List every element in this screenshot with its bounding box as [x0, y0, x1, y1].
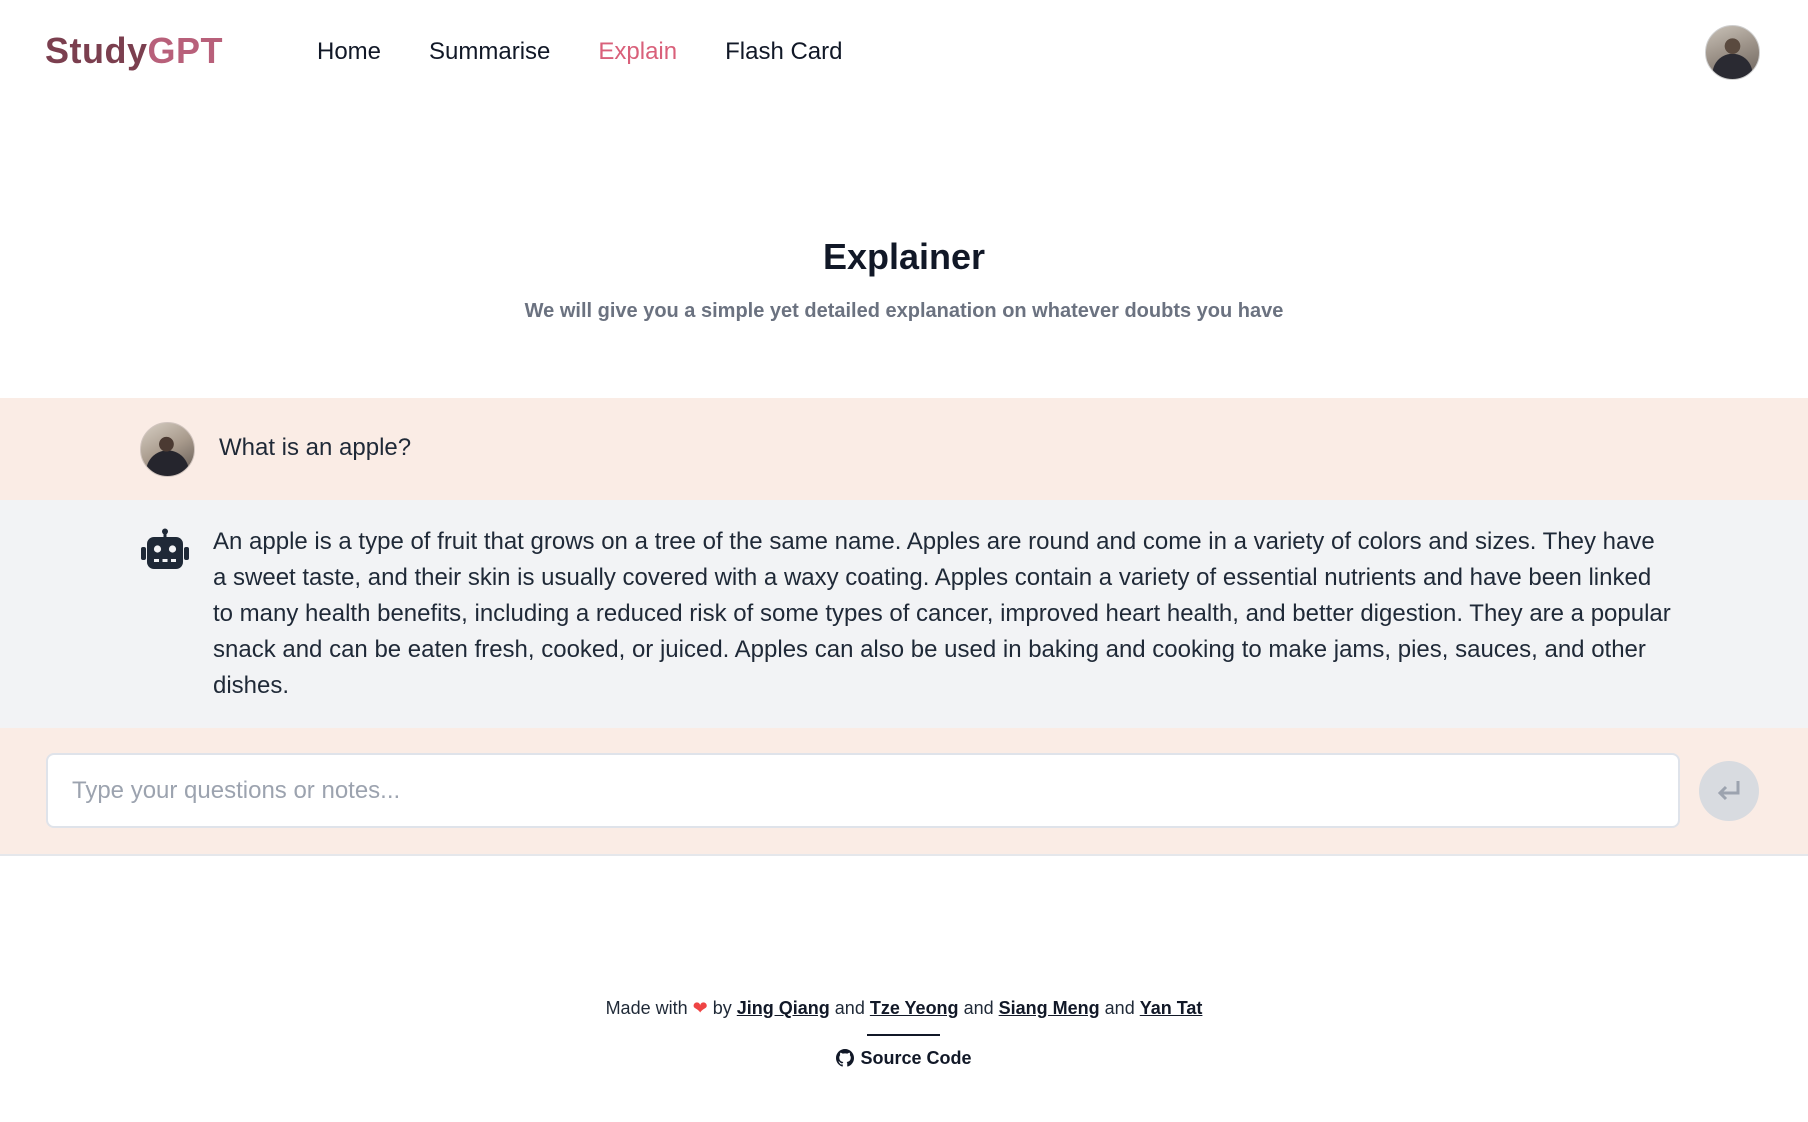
hero-section: Explainer We will give you a simple yet … [0, 236, 1808, 323]
made-with-text: Made with [605, 998, 688, 1018]
top-navbar: StudyGPT Home Summarise Explain Flash Ca… [0, 0, 1808, 106]
user-avatar[interactable] [1705, 25, 1760, 80]
page-title: Explainer [822, 236, 986, 277]
nav-home[interactable]: Home [317, 38, 381, 66]
page-subtitle: We will give you a simple yet detailed e… [524, 300, 1284, 322]
robot-icon [141, 528, 189, 569]
answer-text: An apple is a type of fruit that grows o… [213, 528, 1671, 699]
nav-explain[interactable]: Explain [598, 38, 677, 66]
send-button[interactable] [1699, 761, 1759, 821]
author-link-jing-qiang[interactable]: Jing Qiang [737, 998, 830, 1018]
author-link-siang-meng[interactable]: Siang Meng [999, 998, 1100, 1018]
author-link-yan-tat[interactable]: Yan Tat [1140, 998, 1203, 1018]
nav-links: Home Summarise Explain Flash Card [317, 38, 890, 66]
question-avatar [140, 422, 195, 477]
footer-divider [867, 1034, 940, 1036]
enter-return-icon [1717, 781, 1740, 801]
question-input[interactable] [46, 753, 1680, 828]
question-message: What is an apple? [0, 398, 1808, 500]
source-code-row: Source Code [0, 1048, 1808, 1069]
source-code-link[interactable]: Source Code [836, 1048, 972, 1068]
and-text: and [1104, 998, 1135, 1018]
and-text: and [834, 998, 865, 1018]
heart-icon: ❤ [692, 998, 708, 1018]
question-text: What is an apple? [219, 434, 412, 461]
by-text: by [712, 998, 732, 1018]
brand-logo[interactable]: StudyGPT [45, 30, 223, 72]
nav-summarise[interactable]: Summarise [429, 38, 550, 66]
and-text: and [963, 998, 994, 1018]
source-code-label: Source Code [860, 1048, 972, 1068]
github-icon [836, 1049, 855, 1067]
brand-text-gpt: GPT [147, 30, 224, 71]
footer-credits: Made with ❤ by Jing Qiang and Tze Yeong … [0, 998, 1808, 1019]
nav-flash-card[interactable]: Flash Card [725, 38, 842, 66]
author-link-tze-yeong[interactable]: Tze Yeong [870, 998, 959, 1018]
brand-text-study: Study [45, 30, 148, 71]
